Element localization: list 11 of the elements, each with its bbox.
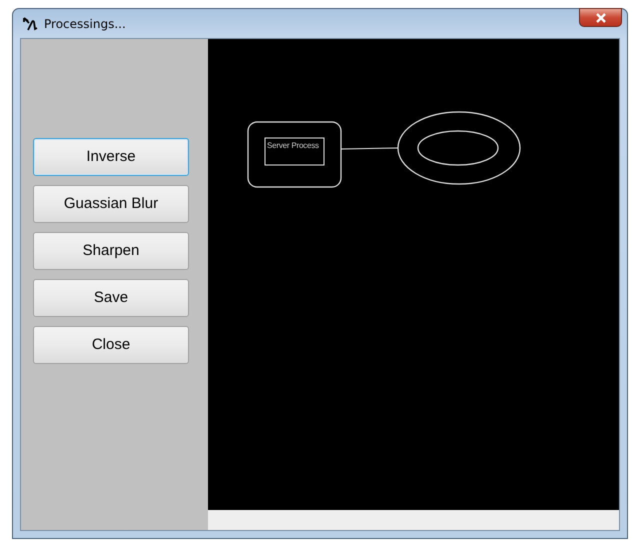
connector-line — [340, 148, 398, 150]
action-button[interactable]: Sharpen — [33, 232, 189, 270]
action-button[interactable]: Guassian Blur — [33, 185, 189, 223]
node-label: Server Process — [267, 141, 319, 150]
action-button[interactable]: Close — [33, 326, 189, 364]
lambda-icon — [22, 16, 38, 32]
close-icon[interactable] — [579, 8, 622, 27]
action-button[interactable]: Save — [33, 279, 189, 317]
window-title: Processings... — [44, 16, 126, 32]
action-button[interactable]: Inverse — [33, 138, 189, 176]
node-label-frame — [264, 138, 324, 166]
